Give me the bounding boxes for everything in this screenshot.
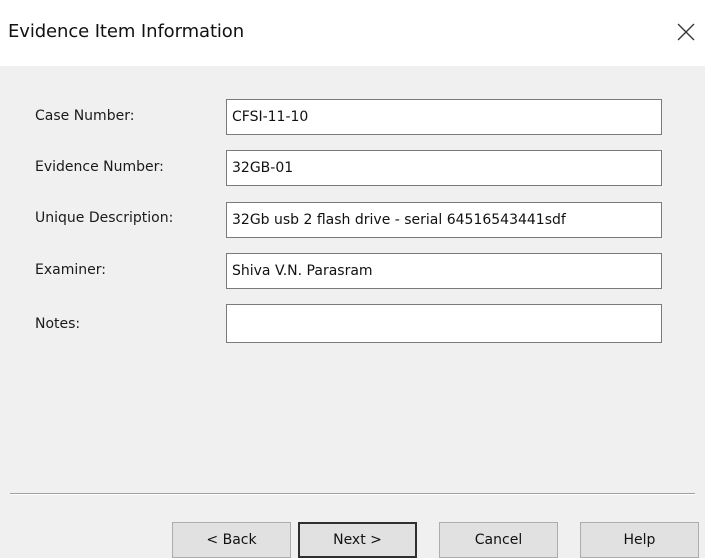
- unique-description-label: Unique Description:: [35, 210, 174, 226]
- back-button[interactable]: < Back: [172, 522, 291, 558]
- case-number-field[interactable]: [226, 99, 662, 135]
- notes-field[interactable]: [226, 304, 662, 343]
- examiner-field[interactable]: [226, 253, 662, 289]
- unique-description-field[interactable]: [226, 202, 662, 238]
- next-button[interactable]: Next >: [298, 522, 417, 558]
- button-separator: [10, 493, 695, 495]
- help-button[interactable]: Help: [580, 522, 699, 558]
- dialog-title: Evidence Item Information: [8, 21, 245, 42]
- close-button[interactable]: [667, 10, 705, 54]
- case-number-label: Case Number:: [35, 108, 135, 124]
- dialog-body: Case Number: Evidence Number: Unique Des…: [0, 66, 705, 558]
- evidence-number-field[interactable]: [226, 150, 662, 186]
- notes-label: Notes:: [35, 316, 81, 332]
- examiner-label: Examiner:: [35, 262, 106, 278]
- evidence-number-label: Evidence Number:: [35, 159, 164, 175]
- cancel-button[interactable]: Cancel: [439, 522, 558, 558]
- dialog-titlebar: Evidence Item Information: [0, 0, 705, 66]
- close-icon: [677, 23, 695, 41]
